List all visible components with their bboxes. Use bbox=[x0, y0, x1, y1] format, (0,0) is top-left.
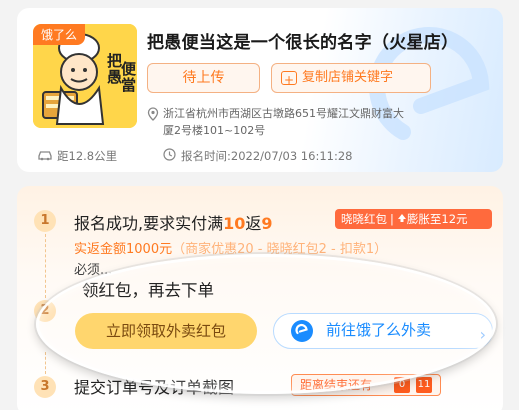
step-connector bbox=[45, 352, 46, 374]
signup-time: 报名时间:2022/07/03 16:11:28 bbox=[181, 149, 353, 163]
copy-add-icon bbox=[281, 66, 297, 94]
clock-icon bbox=[163, 148, 176, 161]
arrow-up-icon bbox=[397, 214, 406, 222]
step1-note: 必须... bbox=[74, 263, 113, 278]
address-text: 浙江省杭州市西湖区古墩路651号耀江文鼎财富大厦2号楼101~102号 bbox=[163, 107, 404, 137]
platform-badge: 饿了么 bbox=[33, 24, 86, 45]
step3-title: 提交订单号及订单截图 bbox=[74, 378, 235, 397]
step1-detail: 实返金额1000元（商家优惠20 - 晓晓红包2 - 扣款1） bbox=[74, 242, 388, 257]
shop-card: 饿了么 把愚便當 把愚便当这是一个很长的名字（火星店） 待上传 复制店铺关键字 … bbox=[17, 8, 503, 172]
shop-address: 浙江省杭州市西湖区古墩路651号耀江文鼎财富大厦2号楼101~102号 bbox=[147, 105, 407, 139]
go-to-eleme-label: 前往饿了么外卖 bbox=[326, 321, 432, 339]
shop-name: 把愚便当这是一个很长的名字（火星店） bbox=[147, 33, 459, 53]
step2-title: 领红包，再去下单 bbox=[82, 281, 214, 300]
step-connector bbox=[45, 234, 46, 298]
copy-keyword-label: 复制店铺关键字 bbox=[302, 70, 394, 85]
countdown-digit: 0 bbox=[394, 377, 410, 393]
eleme-logo-icon bbox=[291, 320, 313, 342]
step-number-3: 3 bbox=[34, 376, 56, 398]
step-number-2: 2 bbox=[34, 300, 56, 322]
countdown-timer: 距离结束还有 0 11 bbox=[291, 374, 441, 396]
shop-image[interactable]: 饿了么 把愚便當 bbox=[33, 24, 137, 128]
distance-text: 距12.8公里 bbox=[57, 149, 118, 163]
step-number-1: 1 bbox=[34, 210, 56, 232]
countdown-label: 距离结束还有 bbox=[300, 378, 373, 392]
red-packet-tag: 晓晓红包 | 膨胀至12元 bbox=[335, 209, 492, 229]
go-to-eleme-button[interactable]: 前往饿了么外卖 › bbox=[273, 313, 493, 349]
pending-upload-button[interactable]: 待上传 bbox=[147, 63, 260, 93]
copy-keyword-button[interactable]: 复制店铺关键字 bbox=[271, 63, 431, 94]
step1-title: 报名成功,要求实付满10返9 bbox=[74, 214, 273, 233]
countdown-digit: 11 bbox=[416, 377, 432, 393]
claim-red-packet-button[interactable]: 立即领取外卖红包 bbox=[75, 313, 257, 349]
chevron-right-icon: › bbox=[479, 325, 486, 344]
location-pin-icon bbox=[147, 107, 159, 121]
car-icon bbox=[38, 151, 52, 161]
steps-card: 1 报名成功,要求实付满10返9 晓晓红包 | 膨胀至12元 实返金额1000元（商… bbox=[17, 186, 503, 410]
